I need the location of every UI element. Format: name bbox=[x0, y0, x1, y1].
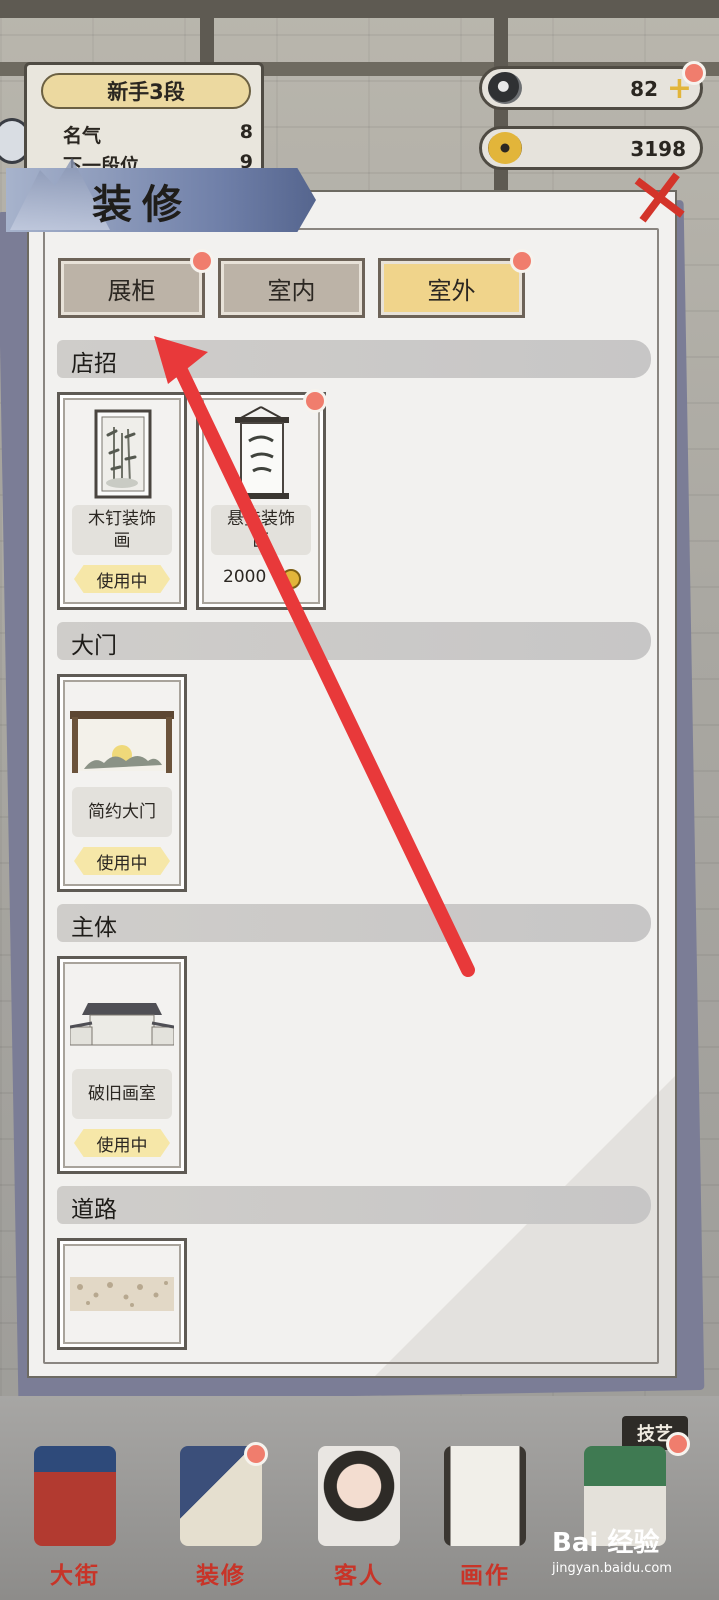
swirl-token-icon bbox=[488, 72, 522, 104]
section-title: 主体 bbox=[71, 915, 117, 941]
watermark-brand: Bai 经验 bbox=[552, 1528, 660, 1558]
item-name: 简约大门 bbox=[72, 787, 172, 837]
fame-row: 名气 8 bbox=[63, 121, 253, 148]
section-header-road: 道路 bbox=[57, 1186, 651, 1224]
roof-beam bbox=[0, 0, 719, 18]
fame-value: 8 bbox=[239, 121, 253, 143]
item-name: 破旧画室 bbox=[72, 1069, 172, 1119]
guest-girl-icon bbox=[318, 1446, 400, 1546]
item-card-gravel-road[interactable] bbox=[57, 1238, 187, 1350]
nav-decoration[interactable]: 装修 bbox=[166, 1436, 276, 1596]
tab-label: 展柜 bbox=[107, 276, 156, 305]
item-price: 2000 bbox=[223, 567, 267, 587]
section-title: 道路 bbox=[71, 1197, 117, 1223]
tab-label: 室内 bbox=[267, 276, 316, 305]
simple-gate-icon bbox=[70, 687, 174, 785]
notification-dot bbox=[510, 249, 534, 273]
close-icon[interactable]: ✕ bbox=[617, 151, 703, 249]
nav-label: 大街 bbox=[50, 1562, 100, 1589]
item-card-wood-nail-painting[interactable]: 木钉装饰 画 使用中 bbox=[57, 392, 187, 610]
old-studio-icon bbox=[69, 969, 175, 1067]
watermark-url: jingyan.baidu.com bbox=[552, 1561, 672, 1576]
square-hole-coin-icon bbox=[488, 132, 522, 164]
tab-display-cabinet[interactable]: 展柜 bbox=[58, 258, 205, 318]
in-use-badge: 使用中 bbox=[74, 565, 170, 593]
fame-label: 名气 bbox=[63, 125, 102, 147]
hanging-scroll-icon bbox=[209, 405, 313, 503]
tab-exterior[interactable]: 室外 bbox=[378, 258, 525, 318]
coin-icon bbox=[281, 569, 301, 589]
in-use-badge: 使用中 bbox=[74, 847, 170, 875]
nav-guests[interactable]: 客人 bbox=[304, 1436, 414, 1596]
notification-dot bbox=[190, 249, 214, 273]
section-header-signboard: 店招 bbox=[57, 340, 651, 378]
nav-label: 画作 bbox=[460, 1562, 510, 1589]
panel-title: 装修 bbox=[92, 181, 192, 228]
tab-interior[interactable]: 室内 bbox=[218, 258, 365, 318]
gem-value: 82 bbox=[630, 77, 658, 101]
item-name: 木钉装饰 画 bbox=[72, 505, 172, 555]
item-name: 悬挂装饰 画 bbox=[211, 505, 311, 555]
baidu-watermark: Bai 经验 jingyan.baidu.com bbox=[552, 1522, 712, 1592]
nav-street[interactable]: 大街 bbox=[20, 1436, 130, 1596]
tab-label: 室外 bbox=[427, 276, 476, 305]
notification-dot bbox=[303, 389, 327, 413]
rank-title: 新手3段 bbox=[41, 73, 251, 109]
section-title: 店招 bbox=[71, 351, 117, 377]
nav-paintings[interactable]: 画作 bbox=[430, 1436, 540, 1596]
item-card-simple-gate[interactable]: 简约大门 使用中 bbox=[57, 674, 187, 892]
section-title: 大门 bbox=[71, 633, 117, 659]
bamboo-painting-icon bbox=[70, 405, 174, 503]
notification-dot bbox=[244, 1442, 268, 1466]
notification-dot bbox=[682, 61, 706, 85]
street-gate-icon bbox=[34, 1446, 116, 1546]
gem-counter[interactable]: 82 + bbox=[479, 61, 706, 110]
painting-scroll-icon bbox=[444, 1446, 526, 1546]
gravel-road-icon bbox=[70, 1251, 174, 1341]
notification-dot bbox=[666, 1432, 690, 1456]
item-card-hanging-painting[interactable]: 悬挂装饰 画 2000 bbox=[196, 389, 327, 610]
item-card-old-studio[interactable]: 破旧画室 使用中 bbox=[57, 956, 187, 1174]
in-use-badge: 使用中 bbox=[74, 1129, 170, 1157]
section-header-main-building: 主体 bbox=[57, 904, 651, 942]
nav-label: 装修 bbox=[196, 1562, 246, 1589]
nav-label: 客人 bbox=[334, 1562, 384, 1589]
section-header-gate: 大门 bbox=[57, 622, 651, 660]
